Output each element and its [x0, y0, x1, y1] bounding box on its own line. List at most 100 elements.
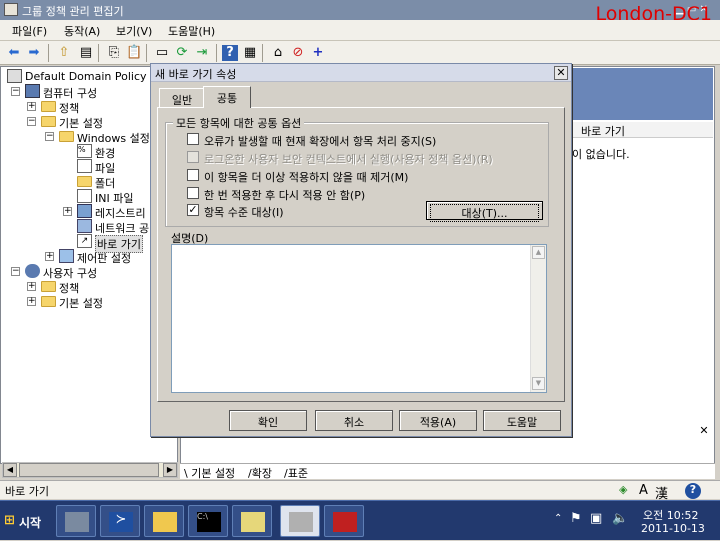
refresh-icon[interactable]: ⟳ — [174, 45, 190, 61]
start-button[interactable]: ⊞ 시작 — [2, 509, 46, 533]
view-tabs: \ 기본 설정 /확장 /표준 — [180, 463, 715, 481]
status-text: 바로 가기 — [5, 485, 49, 498]
option-apply-once[interactable]: 한 번 적용한 후 다시 적용 안 함(P) — [187, 186, 517, 202]
toolbar: ⬅ ➡ ⇧ ▤ ⎘ 📋 ▭ ⟳ ⇥ ? ▦ ⌂ ⊘ + — [0, 41, 720, 65]
tab-preferences-view[interactable]: \ 기본 설정 — [184, 465, 235, 481]
taskbar-group-policy[interactable] — [280, 505, 320, 537]
tab-extended-view[interactable]: /확장 — [248, 465, 272, 481]
ime-icon[interactable]: ◈ — [619, 483, 627, 496]
shortcut-properties-dialog: 새 바로 가기 속성 ✕ 일반 공통 모든 항목에 대한 공통 옵션 오류가 발… — [150, 63, 572, 437]
ime-mode-a[interactable]: A — [639, 483, 648, 498]
scroll-thumb[interactable] — [19, 463, 159, 477]
scroll-down-icon[interactable]: ▼ — [532, 377, 545, 390]
app-icon — [4, 3, 18, 16]
clock-time[interactable]: 오전 10:52 — [643, 507, 698, 523]
menu-help[interactable]: 도움말(H) — [168, 23, 215, 39]
system-tray: ⌃ ⚑ ▣ 🔈 오전 10:52 2011-10-13 — [548, 501, 720, 541]
ok-button[interactable]: 확인 — [229, 410, 307, 431]
show-action-pane-icon[interactable]: ▦ — [242, 45, 258, 61]
folder-icon — [41, 101, 56, 112]
control-panel-icon — [59, 249, 74, 263]
description-textarea[interactable]: ▲ ▼ — [171, 244, 547, 393]
tab-general[interactable]: 일반 — [159, 88, 205, 107]
option-stop-on-error[interactable]: 오류가 발생할 때 현재 확장에서 항목 처리 중지(S) — [187, 132, 517, 148]
expand-icon[interactable]: + — [63, 207, 72, 216]
action-center-flag-icon[interactable]: ⚑ — [570, 511, 582, 526]
taskbar-toolbox[interactable] — [324, 505, 364, 537]
toolbar-separator — [216, 44, 217, 62]
show-hidden-icons-icon[interactable]: ⌃ — [554, 513, 562, 524]
checkbox[interactable] — [187, 151, 199, 163]
tree-hscrollbar[interactable]: ◀ ▶ — [2, 462, 178, 478]
expand-icon[interactable]: + — [27, 282, 36, 291]
tab-standard-view[interactable]: /표준 — [284, 465, 308, 481]
delete-icon[interactable]: ⊘ — [290, 45, 306, 61]
taskbar: ⊞ 시작 ≻ C:\ ⌃ ⚑ ▣ 🔈 오전 10:52 2011-10-13 — [0, 500, 720, 540]
clock-date[interactable]: 2011-10-13 — [641, 522, 705, 535]
option-item-level-targeting[interactable]: ✓ 항목 수준 대상(I) — [187, 203, 407, 219]
taskbar-explorer[interactable] — [144, 505, 184, 537]
expand-icon[interactable]: + — [45, 252, 54, 261]
apply-button[interactable]: 적용(A) — [399, 410, 477, 431]
menu-file[interactable]: 파일(F) — [12, 23, 47, 39]
toolbar-separator — [262, 44, 263, 62]
add-icon[interactable]: + — [310, 45, 326, 61]
scroll-up-icon[interactable]: ▲ — [532, 246, 545, 259]
checkbox-checked[interactable]: ✓ — [187, 204, 199, 216]
toolbox-icon — [333, 512, 357, 532]
expand-icon[interactable]: + — [27, 102, 36, 111]
taskbar-command-prompt[interactable]: C:\ — [188, 505, 228, 537]
help-icon[interactable]: ? — [685, 483, 701, 499]
network-icon[interactable]: ▣ — [590, 511, 602, 526]
server-manager-icon — [65, 512, 89, 532]
checkbox[interactable] — [187, 133, 199, 145]
toolbar-separator — [48, 44, 49, 62]
taskbar-server-manager[interactable] — [56, 505, 96, 537]
notepad-icon — [241, 512, 265, 532]
column-header[interactable]: 바로 가기 — [572, 122, 713, 138]
menu-action[interactable]: 동작(A) — [64, 23, 100, 39]
option-remove-when-not-applied[interactable]: 이 항목을 더 이상 적용하지 않을 때 제거(M) — [187, 168, 517, 184]
empty-list-message: 이 없습니다. — [572, 148, 630, 161]
properties-icon[interactable]: ▭ — [154, 45, 170, 61]
description-scrollbar[interactable]: ▲ ▼ — [530, 245, 546, 392]
checkbox[interactable] — [187, 169, 199, 181]
collapse-icon[interactable]: − — [27, 117, 36, 126]
taskbar-notepad[interactable] — [232, 505, 272, 537]
help-icon[interactable]: ? — [222, 45, 238, 61]
export-list-icon[interactable]: ⇥ — [194, 45, 210, 61]
up-folder-icon[interactable]: ⇧ — [56, 45, 72, 61]
option-run-in-user-context[interactable]: 로그온한 사용자 보안 컨텍스트에서 실행(사용자 정책 옵션)(R) — [187, 150, 537, 166]
collapse-icon[interactable]: − — [45, 132, 54, 141]
command-prompt-icon: C:\ — [197, 512, 221, 532]
volume-muted-icon[interactable]: 🔈 — [612, 511, 628, 526]
taskbar-powershell[interactable]: ≻ — [100, 505, 140, 537]
dialog-title: 새 바로 가기 속성 — [155, 68, 237, 81]
forward-icon[interactable]: ➡ — [26, 45, 42, 61]
toolbar-separator — [146, 44, 147, 62]
help-button[interactable]: 도움말 — [483, 410, 561, 431]
new-item-icon[interactable]: ⌂ — [270, 45, 286, 61]
show-hide-tree-icon[interactable]: ▤ — [78, 45, 94, 61]
ini-file-icon — [77, 189, 92, 203]
close-icon[interactable]: ✕ — [554, 66, 568, 80]
checkbox[interactable] — [187, 187, 199, 199]
scroll-right-icon[interactable]: ▶ — [163, 463, 177, 477]
scroll-left-icon[interactable]: ◀ — [3, 463, 17, 477]
targeting-button[interactable]: 대상(T)... — [426, 201, 543, 222]
folder-icon — [41, 281, 56, 292]
tab-common[interactable]: 공통 — [203, 86, 251, 108]
expand-icon[interactable]: + — [27, 297, 36, 306]
collapse-icon[interactable]: − — [11, 87, 20, 96]
menu-view[interactable]: 보기(V) — [116, 23, 152, 39]
back-icon[interactable]: ⬅ — [6, 45, 22, 61]
collapse-icon[interactable]: − — [11, 267, 20, 276]
menu-bar: 파일(F) 동작(A) 보기(V) 도움말(H) — [0, 20, 720, 41]
network-share-icon — [77, 219, 92, 233]
registry-icon — [77, 204, 92, 218]
cancel-button[interactable]: 취소 — [315, 410, 393, 431]
toolbar-separator — [98, 44, 99, 62]
paste-icon[interactable]: 📋 — [126, 45, 142, 61]
copy-icon[interactable]: ⎘ — [106, 45, 122, 61]
close-icon[interactable]: ✕ — [697, 424, 711, 438]
